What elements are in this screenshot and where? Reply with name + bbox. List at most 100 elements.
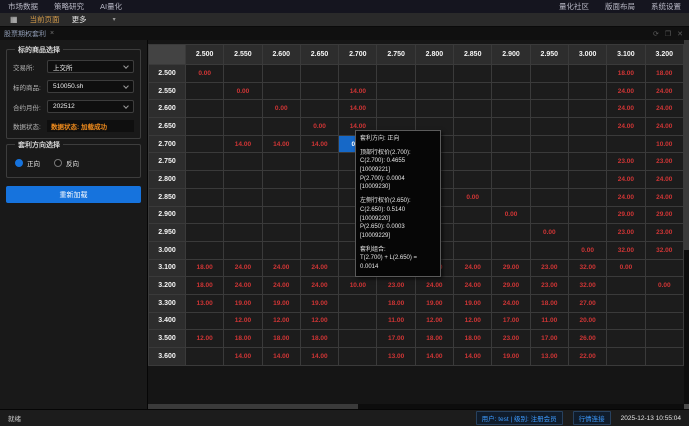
grid-cell[interactable]: 32.00	[568, 259, 606, 277]
grid-cell[interactable]: 29.00	[492, 259, 530, 277]
grid-cell[interactable]: 29.00	[492, 277, 530, 295]
grid-cell[interactable]: 18.00	[186, 259, 224, 277]
grid-cell[interactable]	[530, 82, 568, 100]
refresh-icon[interactable]: ⟳	[653, 30, 659, 38]
grid-cell[interactable]	[300, 100, 338, 118]
grid-cell[interactable]: 24.00	[607, 171, 645, 189]
grid-cell[interactable]: 14.00	[300, 135, 338, 153]
grid-cell[interactable]: 23.00	[377, 277, 415, 295]
grid-cell[interactable]: 14.00	[224, 135, 262, 153]
grid-cell[interactable]	[568, 224, 606, 242]
grid-cell[interactable]: 14.00	[415, 348, 453, 366]
grid-cell[interactable]: 18.00	[645, 65, 683, 83]
grid-cell[interactable]: 32.00	[645, 241, 683, 259]
row-header[interactable]: 3.000	[149, 241, 186, 259]
close-icon[interactable]: ✕	[677, 30, 683, 38]
grid-cell[interactable]: 14.00	[339, 100, 377, 118]
grid-cell[interactable]: 14.00	[300, 348, 338, 366]
grid-cell[interactable]	[262, 241, 300, 259]
menu-item-0[interactable]: 量化社区	[559, 1, 589, 12]
grid-menu-icon[interactable]: ▦	[10, 15, 18, 24]
tab-option-arbitrage[interactable]: 股票期权套利 ×	[4, 29, 54, 39]
grid-cell[interactable]	[339, 348, 377, 366]
grid-cell[interactable]	[186, 224, 224, 242]
grid-cell[interactable]	[530, 100, 568, 118]
grid-cell[interactable]: 11.00	[377, 312, 415, 330]
grid-cell[interactable]: 32.00	[568, 277, 606, 295]
grid-cell[interactable]	[377, 100, 415, 118]
grid-cell[interactable]: 0.00	[568, 241, 606, 259]
grid-cell[interactable]	[568, 153, 606, 171]
grid-cell[interactable]: 23.00	[492, 330, 530, 348]
row-header[interactable]: 2.550	[149, 82, 186, 100]
row-header[interactable]: 2.900	[149, 206, 186, 224]
grid-cell[interactable]	[568, 118, 606, 136]
column-header[interactable]: 2.500	[186, 45, 224, 65]
grid-cell[interactable]	[645, 348, 683, 366]
grid-cell[interactable]: 18.00	[224, 330, 262, 348]
grid-cell[interactable]	[262, 171, 300, 189]
row-header[interactable]: 2.850	[149, 188, 186, 206]
grid-cell[interactable]: 14.00	[339, 82, 377, 100]
grid-cell[interactable]: 14.00	[224, 348, 262, 366]
grid-cell[interactable]: 12.00	[454, 312, 492, 330]
contract-month-select[interactable]: 202512	[47, 100, 134, 113]
column-header[interactable]: 2.900	[492, 45, 530, 65]
grid-cell[interactable]	[186, 82, 224, 100]
column-header[interactable]: 3.100	[607, 45, 645, 65]
grid-cell[interactable]: 14.00	[454, 348, 492, 366]
grid-cell[interactable]: 24.00	[300, 259, 338, 277]
radio-forward[interactable]: 正向	[15, 158, 40, 168]
grid-cell[interactable]: 24.00	[645, 118, 683, 136]
row-header[interactable]: 2.650	[149, 118, 186, 136]
grid-cell[interactable]	[454, 82, 492, 100]
grid-cell[interactable]: 29.00	[607, 206, 645, 224]
grid-cell[interactable]	[300, 224, 338, 242]
grid-cell[interactable]: 13.00	[377, 348, 415, 366]
row-header[interactable]: 2.700	[149, 135, 186, 153]
grid-cell[interactable]	[415, 100, 453, 118]
grid-cell[interactable]: 24.00	[454, 259, 492, 277]
grid-cell[interactable]: 17.00	[492, 312, 530, 330]
grid-cell[interactable]	[339, 294, 377, 312]
grid-cell[interactable]	[568, 206, 606, 224]
grid-cell[interactable]	[300, 241, 338, 259]
grid-cell[interactable]: 24.00	[262, 259, 300, 277]
grid-cell[interactable]: 18.00	[377, 294, 415, 312]
grid-cell[interactable]	[492, 118, 530, 136]
grid-cell[interactable]: 14.00	[262, 135, 300, 153]
grid-cell[interactable]: 23.00	[645, 153, 683, 171]
grid-cell[interactable]: 23.00	[607, 153, 645, 171]
row-header[interactable]: 2.500	[149, 65, 186, 83]
grid-cell[interactable]: 18.00	[300, 330, 338, 348]
grid-cell[interactable]	[186, 118, 224, 136]
grid-cell[interactable]	[454, 65, 492, 83]
grid-cell[interactable]: 12.00	[300, 312, 338, 330]
grid-cell[interactable]: 12.00	[224, 312, 262, 330]
grid-cell[interactable]: 20.00	[568, 312, 606, 330]
grid-cell[interactable]	[492, 241, 530, 259]
grid-cell[interactable]	[454, 153, 492, 171]
column-header[interactable]: 2.800	[415, 45, 453, 65]
grid-cell[interactable]	[530, 65, 568, 83]
grid-cell[interactable]	[530, 118, 568, 136]
grid-cell[interactable]: 24.00	[300, 277, 338, 295]
grid-cell[interactable]: 26.00	[568, 330, 606, 348]
grid-cell[interactable]: 24.00	[415, 277, 453, 295]
grid-cell[interactable]: 12.00	[262, 312, 300, 330]
grid-cell[interactable]	[300, 206, 338, 224]
grid-cell[interactable]	[530, 206, 568, 224]
grid-cell[interactable]	[339, 312, 377, 330]
grid-cell[interactable]	[492, 65, 530, 83]
grid-cell[interactable]: 24.00	[224, 259, 262, 277]
grid-cell[interactable]	[300, 188, 338, 206]
grid-cell[interactable]: 24.00	[645, 171, 683, 189]
grid-cell[interactable]: 23.00	[530, 277, 568, 295]
horizontal-scrollbar[interactable]	[148, 404, 684, 409]
grid-cell[interactable]	[530, 153, 568, 171]
grid-cell[interactable]: 18.00	[530, 294, 568, 312]
grid-cell[interactable]: 14.00	[262, 348, 300, 366]
grid-cell[interactable]: 24.00	[607, 118, 645, 136]
grid-cell[interactable]	[492, 224, 530, 242]
grid-cell[interactable]	[300, 153, 338, 171]
